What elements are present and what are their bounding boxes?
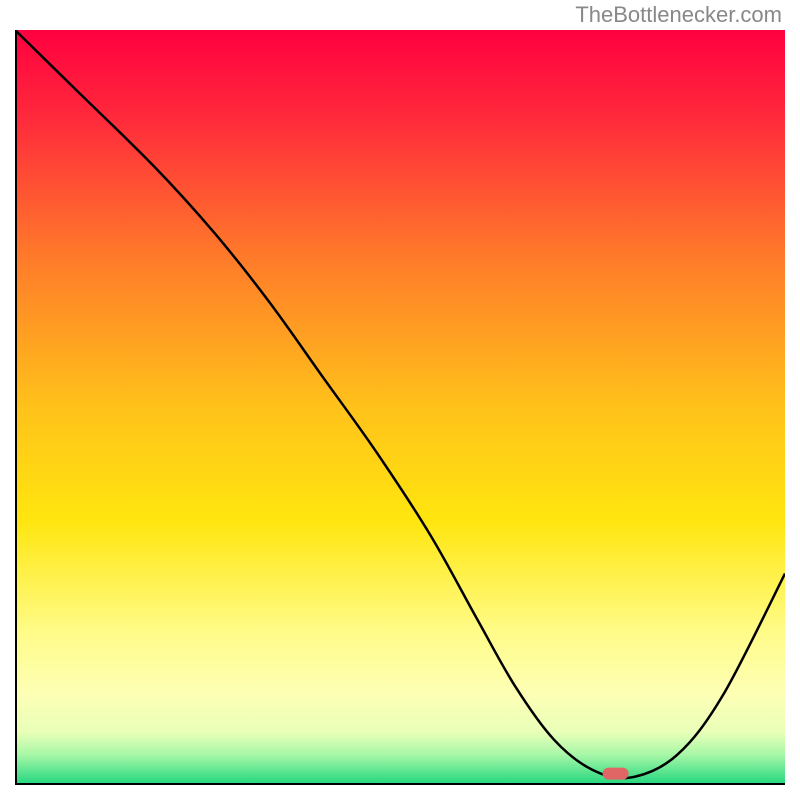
watermark-text: TheBottlenecker.com [575,2,782,28]
bottleneck-chart [15,30,785,785]
optimal-marker [603,768,629,780]
chart-svg [15,30,785,785]
